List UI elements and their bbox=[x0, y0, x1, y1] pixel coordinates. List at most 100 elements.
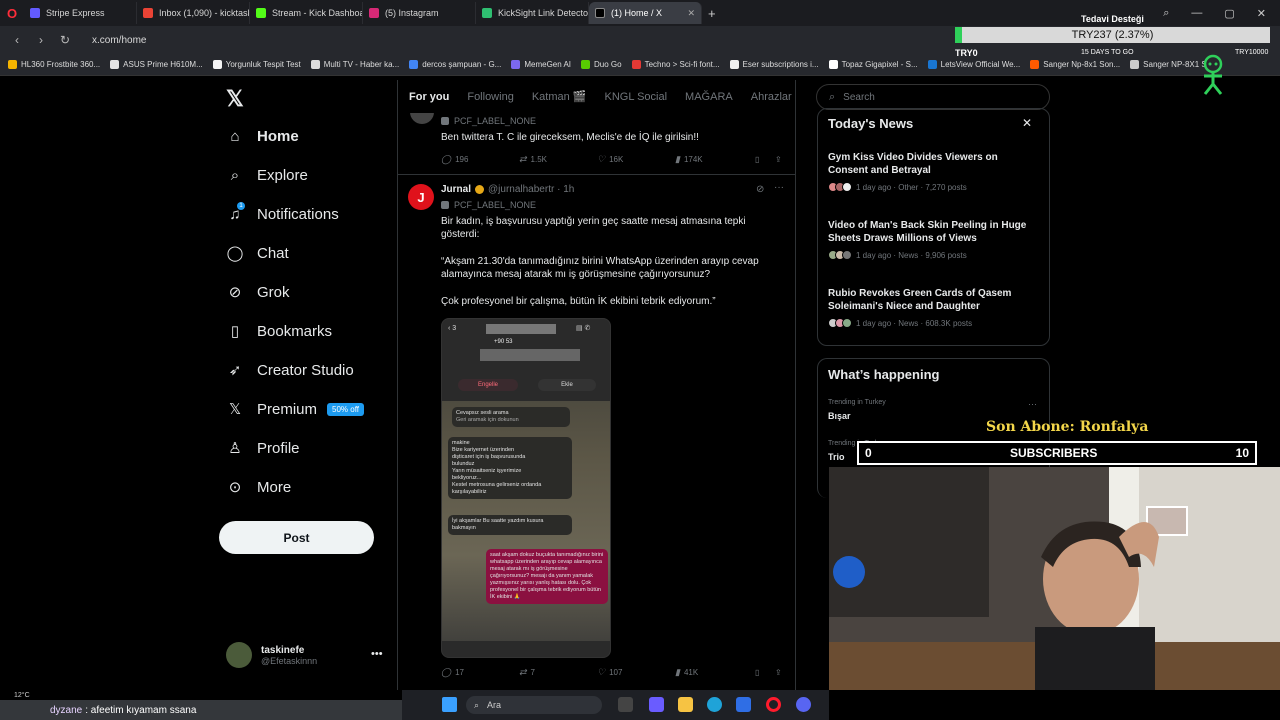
discord-icon[interactable] bbox=[796, 697, 811, 712]
more-dots-icon[interactable]: ••• bbox=[371, 648, 383, 660]
bookmark-icon[interactable]: ▯ bbox=[755, 155, 775, 164]
tab-1[interactable]: Following bbox=[467, 91, 513, 103]
file-explorer-icon[interactable] bbox=[678, 697, 693, 712]
trend-item[interactable]: Trending in Turkey Bışar ··· bbox=[828, 399, 1038, 421]
bookmark-item[interactable]: ASUS Prime H610M... bbox=[110, 60, 203, 69]
opera-logo-icon[interactable]: O bbox=[0, 0, 24, 26]
views-button[interactable]: ▮ 41K bbox=[675, 667, 755, 678]
news-item[interactable]: Gym Kiss Video Divides Viewers on Consen… bbox=[828, 151, 1038, 192]
bookmark-item[interactable]: Techno > Sci-fi font... bbox=[631, 60, 720, 69]
task-view-icon[interactable] bbox=[618, 697, 633, 712]
reply-count: 196 bbox=[455, 155, 469, 164]
taskbar-search[interactable]: ⌕ Ara bbox=[466, 696, 602, 714]
close-tab-icon[interactable]: ✕ bbox=[687, 8, 695, 19]
back-icon[interactable]: ‹ bbox=[10, 33, 24, 47]
url-field[interactable]: x.com/home bbox=[92, 35, 146, 46]
bookmark-favicon-icon bbox=[927, 60, 937, 69]
views-button[interactable]: ▮ 174K bbox=[675, 154, 755, 165]
tab-3[interactable]: KNGL Social bbox=[604, 91, 667, 103]
webcam-image bbox=[829, 467, 1280, 690]
missed-call-bubble: Cevapsız sesli arama Geri aramak için do… bbox=[452, 407, 570, 427]
account-switcher[interactable]: taskinefe @Efetaskinnn ••• bbox=[226, 642, 383, 668]
taskbar: ⌕ Ara bbox=[402, 690, 829, 720]
like-button[interactable]: ♡ 107 bbox=[597, 667, 675, 678]
copilot-icon[interactable] bbox=[649, 697, 664, 712]
news-item[interactable]: Video of Man's Back Skin Peeling in Huge… bbox=[828, 219, 1038, 260]
news-avatars bbox=[828, 182, 852, 192]
browser-tab[interactable]: (1) Home / X ✕ bbox=[589, 2, 702, 24]
compose-bar bbox=[442, 641, 610, 657]
nav-item-explore[interactable]: ⌕ Explore bbox=[226, 166, 308, 184]
bookmark-item[interactable]: Yorgunluk Tespit Test bbox=[212, 60, 301, 69]
bookmark-item[interactable]: HL360 Frostbite 360... bbox=[8, 60, 100, 69]
tab-2[interactable]: Katman 🎬 bbox=[532, 90, 587, 103]
bookmark-item[interactable]: dercos şampuan - G... bbox=[409, 60, 501, 69]
news-item[interactable]: Rubio Revokes Green Cards of Qasem Solei… bbox=[828, 287, 1038, 328]
more-dots-icon[interactable]: ··· bbox=[1028, 399, 1037, 409]
nav-item-chat[interactable]: ◯ Chat bbox=[226, 244, 289, 263]
edge-icon[interactable] bbox=[707, 697, 722, 712]
author-name[interactable]: Jurnal bbox=[441, 184, 471, 195]
reload-icon[interactable]: ↻ bbox=[58, 33, 72, 47]
close-icon[interactable]: ✕ bbox=[1022, 116, 1032, 130]
news-headline: Gym Kiss Video Divides Viewers on Consen… bbox=[828, 152, 998, 176]
nav-item-profile[interactable]: ♙ Profile bbox=[226, 439, 299, 458]
repost-button[interactable]: ⇄ 1.5K bbox=[519, 154, 597, 165]
nav-item-notifications[interactable]: ♫ 1 Notifications bbox=[226, 202, 339, 223]
bookmark-item[interactable]: LetsView Official We... bbox=[927, 60, 1021, 69]
author-handle[interactable]: @jurnalhabertr · 1h bbox=[488, 184, 574, 195]
like-button[interactable]: ♡ 16K bbox=[597, 154, 675, 165]
reply-button[interactable]: ◯ 196 bbox=[441, 154, 519, 165]
nav-item-bookmarks[interactable]: ▯ Bookmarks bbox=[226, 322, 332, 341]
new-tab-button[interactable]: + bbox=[708, 6, 716, 21]
browser-tab[interactable]: Inbox (1,090) - kicktaskine bbox=[137, 2, 250, 24]
tab-5[interactable]: Ahrazlar bbox=[751, 91, 792, 103]
browser-tab[interactable]: KickSight Link Detector bbox=[476, 2, 589, 24]
views-icon: ▮ bbox=[675, 154, 680, 164]
forward-icon[interactable]: › bbox=[34, 33, 48, 47]
bookmark-label: LetsView Official We... bbox=[940, 60, 1021, 69]
tab-0[interactable]: For you bbox=[409, 91, 449, 103]
x-logo-icon[interactable]: 𝕏 bbox=[226, 86, 244, 112]
nav-item-home[interactable]: ⌂ Home bbox=[226, 127, 298, 145]
bookmark-item[interactable]: Multi TV - Haber ka... bbox=[310, 60, 399, 69]
heart-icon: ♡ bbox=[597, 667, 606, 677]
weather-widget[interactable]: 12°C bbox=[14, 692, 30, 699]
browser-tab[interactable]: Stripe Express bbox=[24, 2, 137, 24]
search-input[interactable]: ⌕ Search bbox=[816, 84, 1050, 110]
outgoing-message: saat akşam dokuz buçukta tanımadığınız b… bbox=[486, 549, 608, 604]
reply-button[interactable]: ◯ 17 bbox=[441, 667, 519, 678]
repost-button[interactable]: ⇄ 7 bbox=[519, 667, 597, 678]
browser-tab[interactable]: Stream - Kick Dashboard bbox=[250, 2, 363, 24]
bookmark-icon[interactable]: ▯ bbox=[755, 668, 775, 677]
share-icon[interactable]: ⇪ bbox=[775, 155, 782, 164]
post-image[interactable]: ‹ 3 ▤ ✆ +90 53 Engelle Ekle Cevapsız ses… bbox=[441, 318, 611, 658]
incoming-message-2: İyi akşamlar Bu saatte yazdım kusura bak… bbox=[448, 515, 572, 535]
opera-taskbar-icon[interactable] bbox=[766, 697, 781, 712]
premium-badge: 50% off bbox=[327, 402, 364, 416]
windows-start-icon[interactable] bbox=[442, 697, 457, 712]
nav-item-premium[interactable]: 𝕏 Premium 50% off bbox=[226, 400, 364, 418]
bookmark-item[interactable]: Sanger Np-8x1 Son... bbox=[1030, 60, 1120, 69]
more-dots-icon[interactable]: ··· bbox=[774, 182, 784, 193]
store-icon[interactable] bbox=[736, 697, 751, 712]
bookmark-item[interactable]: MemeGen AI bbox=[511, 60, 571, 69]
repost-icon: ⇄ bbox=[519, 667, 527, 677]
bookmark-item[interactable]: Eser subscriptions i... bbox=[729, 60, 819, 69]
post-label: PCF_LABEL_NONE bbox=[441, 200, 536, 210]
browser-tab[interactable]: (5) Instagram bbox=[363, 2, 476, 24]
person-icon: ♙ bbox=[228, 440, 242, 457]
share-icon[interactable]: ⇪ bbox=[775, 668, 782, 677]
tab-favicon-icon bbox=[256, 8, 266, 18]
bookmark-item[interactable]: Duo Go bbox=[581, 60, 622, 69]
post-avatar[interactable]: J bbox=[408, 184, 434, 210]
tab-4[interactable]: MAĞARA bbox=[685, 91, 733, 103]
bookmark-item[interactable]: Topaz Gigapixel - S... bbox=[828, 60, 918, 69]
post-text-3: Çok profesyonel bir çalışma, bütün İK ek… bbox=[441, 296, 716, 307]
nav-item-creator-studio[interactable]: ➶ Creator Studio bbox=[226, 361, 354, 380]
nav-item-more[interactable]: ⊙ More bbox=[226, 478, 291, 497]
grok-icon[interactable]: ⊘ bbox=[756, 184, 764, 195]
post-button[interactable]: Post bbox=[219, 521, 374, 554]
bookmark-favicon-icon bbox=[581, 60, 591, 69]
nav-item-grok[interactable]: ⊘ Grok bbox=[226, 283, 290, 302]
